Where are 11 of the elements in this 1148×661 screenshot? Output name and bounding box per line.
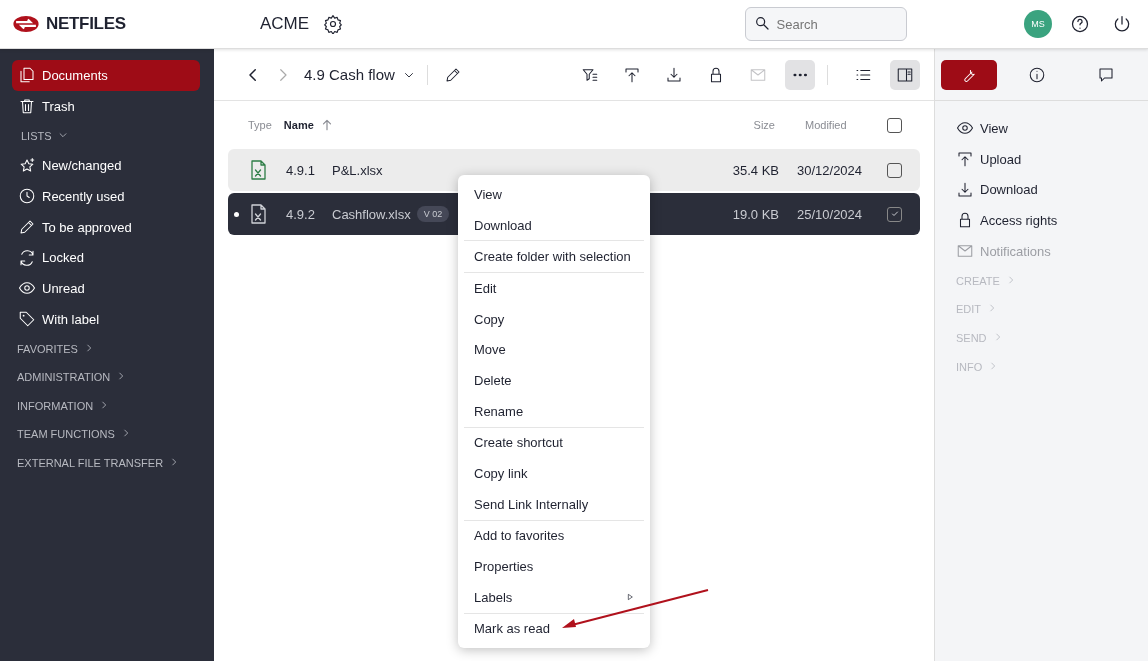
file-size: 19.0 KB	[731, 206, 779, 222]
logo-text: NETFILES	[46, 14, 126, 34]
file-number: 4.9.2	[286, 206, 316, 222]
version-badge: V 02	[416, 206, 450, 222]
file-name: P&L.xlsx	[332, 162, 383, 178]
file-size: 35.4 KB	[731, 162, 779, 178]
file-number: 4.9.1	[286, 162, 316, 178]
file-name: Cashflow.xlsx	[332, 206, 411, 222]
workspace-name: ACME	[260, 14, 310, 34]
modified-date: 25/10/2024	[797, 206, 864, 222]
modified-date: 30/12/2024	[797, 162, 864, 178]
